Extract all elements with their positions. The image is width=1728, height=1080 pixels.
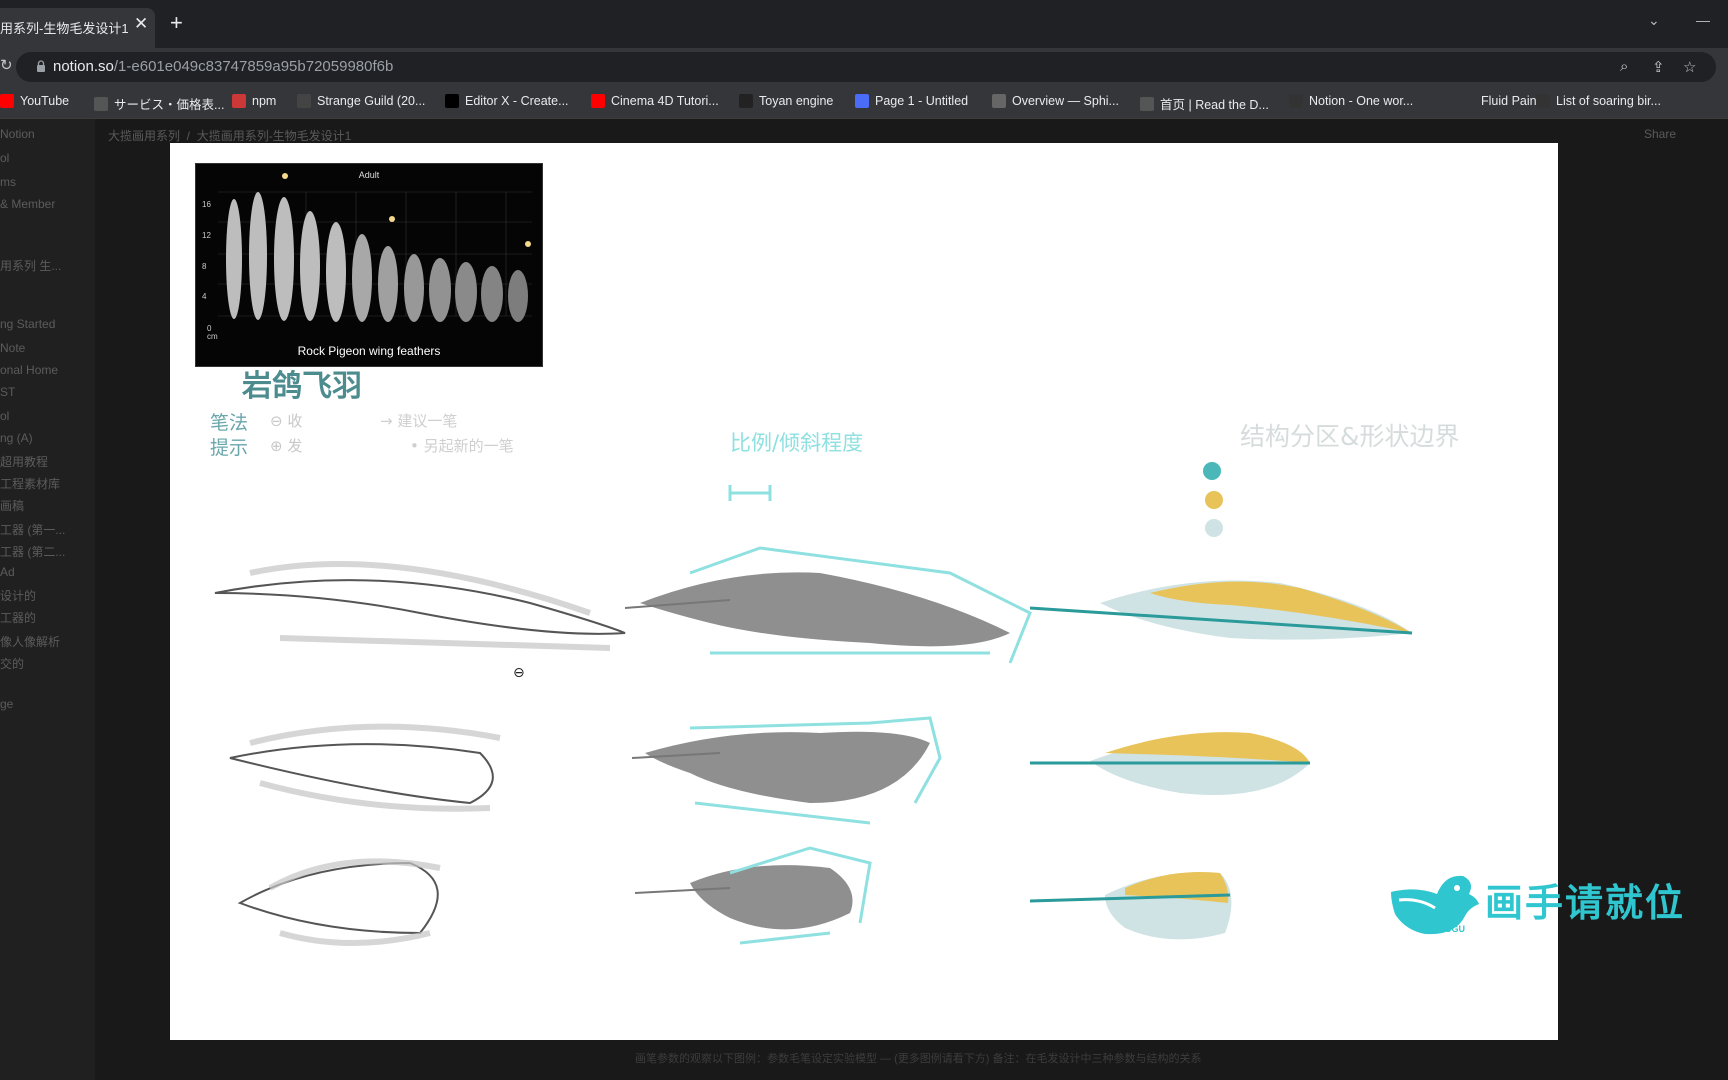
url-text: notion.so/1-e601e049c83747859a95b7205998… xyxy=(53,58,393,75)
sidebar-item[interactable]: ST xyxy=(0,385,15,399)
sidebar-item[interactable]: ol xyxy=(0,151,9,165)
toolbar: ↻ notion.so/1-e601e049c83747859a95b72059… xyxy=(0,48,1728,86)
bookmark-item[interactable]: 首页 | Read the D... xyxy=(1140,94,1269,113)
sidebar-item[interactable]: ge xyxy=(0,697,13,711)
address-bar[interactable]: notion.so/1-e601e049c83747859a95b7205998… xyxy=(16,52,1716,82)
bookmark-label: Page 1 - Untitled xyxy=(875,94,969,108)
bookmark-label: Fluid Paint xyxy=(1481,94,1541,108)
bookmark-item[interactable]: Page 1 - Untitled xyxy=(855,94,968,108)
bookmark-item[interactable]: サービス・価格表... xyxy=(94,94,224,113)
notion-sidebar: Notion ol ms & Member 用系列 生... ng Started Not… xyxy=(0,119,95,1080)
sidebar-item[interactable]: ng Started xyxy=(0,317,55,331)
lock-icon xyxy=(37,60,45,72)
tab-search-icon[interactable]: ⌄ xyxy=(1648,12,1660,29)
sidebar-item[interactable]: Note xyxy=(0,341,25,355)
watermark-brand: BUGUGU xyxy=(1425,924,1465,934)
bookmark-item[interactable]: Overview — Sphi... xyxy=(992,94,1119,108)
feather-sketches xyxy=(214,462,1413,946)
sidebar-item[interactable]: 超用教程 xyxy=(0,453,48,470)
active-tab[interactable]: 用系列-生物毛发设计1 ✕ xyxy=(0,8,155,48)
zoom-out-cursor-icon: ⊖ xyxy=(513,664,525,680)
bookmark-label: Editor X - Create... xyxy=(465,94,569,108)
sidebar-item[interactable]: & Member xyxy=(0,197,55,211)
bookmark-label: Notion - One wor... xyxy=(1309,94,1414,108)
breadcrumb-item[interactable]: 大揽画用系列 xyxy=(108,129,180,143)
reload-icon[interactable]: ↻ xyxy=(0,56,13,74)
star-icon[interactable]: ☆ xyxy=(1683,58,1696,76)
sidebar-item[interactable]: ms xyxy=(0,175,16,189)
bookmark-label: サービス・価格表... xyxy=(114,98,225,112)
url-path: /1-e601e049c83747859a95b72059980f6b xyxy=(113,58,394,75)
workspace-name[interactable]: Notion xyxy=(0,127,35,141)
bookmark-favicon-icon xyxy=(297,94,311,108)
sidebar-item[interactable]: 用系列 生... xyxy=(0,257,61,274)
bookmark-favicon-icon xyxy=(1140,96,1154,111)
bookmark-item[interactable]: npm xyxy=(232,94,276,108)
breadcrumb-item[interactable]: 大揽画用系列-生物毛发设计1 xyxy=(197,129,352,143)
sidebar-item[interactable]: 画稿 xyxy=(0,497,24,514)
bookmark-item[interactable]: YouTube xyxy=(0,94,69,108)
bookmark-item[interactable]: List of soaring bir... xyxy=(1536,94,1661,108)
tab-strip: 用系列-生物毛发设计1 ✕ + ⌄ — xyxy=(0,0,1728,48)
close-tab-icon[interactable]: ✕ xyxy=(134,14,148,34)
bookmark-favicon-icon xyxy=(739,94,753,108)
bookmark-favicon-icon xyxy=(1536,94,1550,108)
new-tab-button[interactable]: + xyxy=(170,10,183,36)
zoom-icon[interactable]: ⌕ xyxy=(1620,58,1628,75)
bookmark-favicon-icon xyxy=(1461,94,1475,108)
drawing-canvas: Adult 16 12 8 4 0 cm Rock Pigeon wing fe… xyxy=(170,143,1558,1040)
sidebar-item[interactable]: ng (A) xyxy=(0,431,33,445)
bookmark-item[interactable]: Toyan engine xyxy=(739,94,833,108)
page-caption: 画笔参数的观察以下图例：参数毛笔设定实验模型 — (更多图例请看下方) 备注：在… xyxy=(635,1053,1202,1065)
sidebar-item[interactable]: 工器的 xyxy=(0,609,36,626)
sidebar-item[interactable]: 设计的 xyxy=(0,587,36,604)
bookmark-label: npm xyxy=(252,94,277,108)
bookmark-item[interactable]: Cinema 4D Tutori... xyxy=(591,94,719,108)
bookmarks-bar: YouTube サービス・価格表... npm Strange Guild (20..… xyxy=(0,86,1728,119)
sidebar-item[interactable]: Ad xyxy=(0,565,15,579)
bookmark-label: Cinema 4D Tutori... xyxy=(611,94,719,108)
bookmark-item[interactable]: Notion - One wor... xyxy=(1289,94,1413,108)
watermark-text: 画手请就位 xyxy=(1485,881,1686,925)
bookmark-favicon-icon xyxy=(855,94,869,108)
bookmark-favicon-icon xyxy=(0,94,14,108)
bookmark-label: Strange Guild (20... xyxy=(317,94,426,108)
bookmark-label: List of soaring bir... xyxy=(1556,94,1661,108)
share-icon[interactable]: ⇪ xyxy=(1652,58,1665,76)
bookmark-favicon-icon xyxy=(591,94,605,108)
bookmark-label: Overview — Sphi... xyxy=(1012,94,1119,108)
watermark: 画手请就位 BUGUGU xyxy=(1385,864,1705,944)
url-host: notion.so xyxy=(53,58,114,75)
sidebar-item[interactable]: 交的 xyxy=(0,655,24,672)
sidebar-item[interactable]: 工器 (第一... xyxy=(0,521,65,538)
bookmark-label: Toyan engine xyxy=(759,94,834,108)
bookmark-item[interactable]: Fluid Paint xyxy=(1461,94,1540,108)
bookmark-favicon-icon xyxy=(1289,94,1303,108)
bookmark-item[interactable]: Editor X - Create... xyxy=(445,94,569,108)
bookmark-label: YouTube xyxy=(20,94,70,108)
share-button[interactable]: Share xyxy=(1644,127,1676,141)
tab-title: 用系列-生物毛发设计1 xyxy=(0,21,129,36)
sidebar-item[interactable]: 工器 (第二... xyxy=(0,543,65,560)
bookmark-favicon-icon xyxy=(232,94,246,108)
bookmark-favicon-icon xyxy=(992,94,1006,108)
sidebar-item[interactable]: ol xyxy=(0,409,9,423)
breadcrumb: 大揽画用系列 / 大揽画用系列-生物毛发设计1 xyxy=(108,129,352,143)
bookmark-label: 首页 | Read the D... xyxy=(1160,98,1269,112)
sidebar-item[interactable]: 工程素材库 xyxy=(0,475,60,492)
bookmark-item[interactable]: Strange Guild (20... xyxy=(297,94,425,108)
sidebar-item[interactable]: onal Home xyxy=(0,363,58,377)
minimize-icon[interactable]: — xyxy=(1696,12,1710,28)
sidebar-item[interactable]: 像人像解析 xyxy=(0,633,60,650)
bookmark-favicon-icon xyxy=(94,96,108,111)
bookmark-favicon-icon xyxy=(445,94,459,108)
